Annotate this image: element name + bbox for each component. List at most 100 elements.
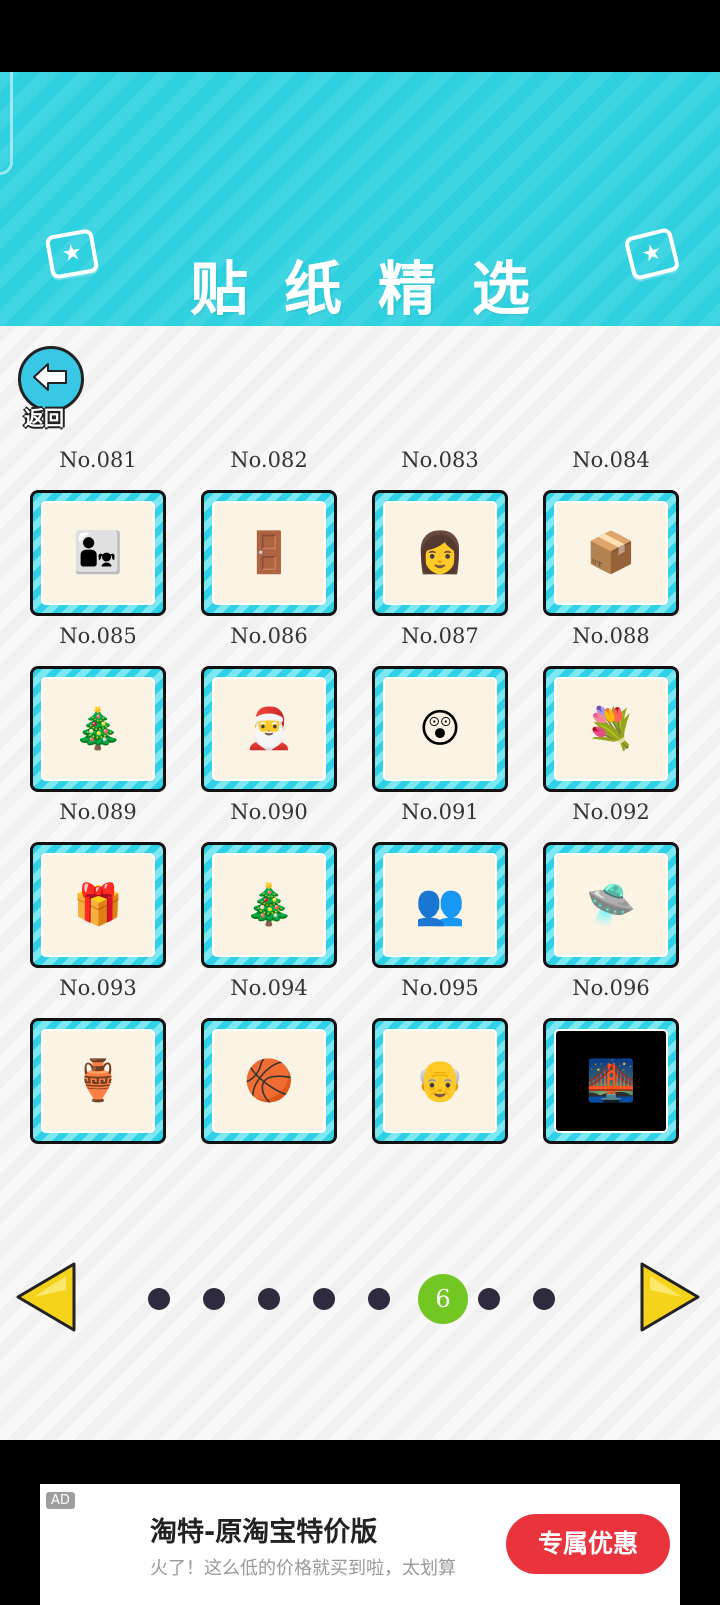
sticker-image: 👴 [385, 1031, 495, 1131]
status-bar [0, 0, 720, 72]
boy-at-door-icon: 🚪 [244, 530, 294, 576]
page-dot[interactable] [258, 1288, 280, 1310]
arrow-left-icon [16, 1262, 76, 1332]
ad-banner[interactable]: AD 淘特-原淘宝特价版 火了！这么低的价格就买到啦，太划算 专属优惠 [40, 1484, 680, 1605]
sticker-frame: 👥 [372, 842, 508, 968]
sticker-card[interactable]: No.085 🎄 [28, 624, 168, 796]
sticker-card[interactable]: No.083 👩 [370, 448, 510, 620]
page-dot-active[interactable]: 6 [418, 1274, 468, 1324]
sticker-card[interactable]: No.094 🏀 [199, 976, 339, 1148]
boy-surprised-icon: 😲 [419, 706, 461, 752]
sticker-frame: 🌉 [543, 1018, 679, 1144]
ad-description: 火了！这么低的价格就买到啦，太划算 [150, 1558, 456, 1579]
page-dot[interactable] [533, 1288, 555, 1310]
pagination: 6 [0, 1256, 720, 1336]
prev-page-button[interactable] [14, 1260, 78, 1334]
sticker-frame: 💐 [543, 666, 679, 792]
sticker-frame: 🎁 [30, 842, 166, 968]
woman-in-doorway-icon: 👩 [415, 530, 465, 576]
santa-thought-icon: 🎅 [244, 706, 294, 752]
sticker-image: 🎅 [214, 679, 324, 779]
sticker-frame: 🏀 [201, 1018, 337, 1144]
sticker-card[interactable]: No.086 🎅 [199, 624, 339, 796]
sticker-card[interactable]: No.092 🛸 [541, 800, 681, 972]
sticker-frame: 👴 [372, 1018, 508, 1144]
sticker-gallery: 返回 No.081 👨‍👧 No.082 🚪 No.083 👩 No.084 📦 No.085 🎄… [0, 326, 720, 1440]
sticker-card[interactable]: No.087 😲 [370, 624, 510, 796]
page-dot[interactable] [368, 1288, 390, 1310]
sticker-image: 🏀 [214, 1031, 324, 1131]
sticker-number: No.094 [230, 976, 308, 1000]
sticker-card[interactable]: No.081 👨‍👧 [28, 448, 168, 620]
gift-thought-icon: 🎁 [73, 882, 123, 928]
dark-bridge-icon: 🌉 [586, 1058, 636, 1104]
sticker-card[interactable]: No.093 🏺 [28, 976, 168, 1148]
page-dot[interactable] [313, 1288, 335, 1310]
sticker-number: No.085 [59, 624, 137, 648]
sticker-number: No.087 [401, 624, 479, 648]
sticker-frame: 🎅 [201, 666, 337, 792]
sticker-image: 👥 [385, 855, 495, 955]
back-arrow-icon [33, 363, 67, 391]
sticker-image: 🎄 [214, 855, 324, 955]
arrow-right-icon [640, 1262, 700, 1332]
sticker-frame: 🚪 [201, 490, 337, 616]
sticker-image: 🛸 [556, 855, 666, 955]
header-edge-decoration [0, 72, 13, 175]
back-button[interactable]: 返回 [18, 346, 90, 431]
sticker-number: No.091 [401, 800, 479, 824]
sticker-frame: 🛸 [543, 842, 679, 968]
ufo-window-icon: 🛸 [586, 882, 636, 928]
sticker-card[interactable]: No.089 🎁 [28, 800, 168, 972]
next-page-button[interactable] [638, 1260, 702, 1334]
sticker-number: No.084 [572, 448, 650, 472]
sticker-image: 🌉 [556, 1031, 666, 1131]
back-label: 返回 [24, 406, 65, 431]
christmas-party-icon: 🎄 [244, 882, 294, 928]
sticker-image: 🎁 [43, 855, 153, 955]
sticker-card[interactable]: No.082 🚪 [199, 448, 339, 620]
ad-badge: AD [46, 1492, 75, 1509]
ad-cta-button[interactable]: 专属优惠 [506, 1514, 670, 1574]
sticker-frame: 🏺 [30, 1018, 166, 1144]
sticker-number: No.081 [59, 448, 137, 472]
sticker-image: 📦 [556, 503, 666, 603]
sticker-number: No.088 [572, 624, 650, 648]
sticker-frame: 👩 [372, 490, 508, 616]
ad-title: 淘特-原淘宝特价版 [150, 1517, 378, 1548]
header: ★ ★ 贴纸精选 [0, 72, 720, 326]
sticker-image: 😲 [385, 679, 495, 779]
sticker-number: No.083 [401, 448, 479, 472]
sticker-frame: 👨‍👧 [30, 490, 166, 616]
sticker-number: No.096 [572, 976, 650, 1000]
sticker-card[interactable]: No.095 👴 [370, 976, 510, 1148]
page-dot[interactable] [203, 1288, 225, 1310]
classroom-friends-icon: 👥 [415, 882, 465, 928]
family-park-icon: 👨‍👧 [73, 530, 123, 576]
sticker-frame: 😲 [372, 666, 508, 792]
sticker-image: 🎄 [43, 679, 153, 779]
delivery-icon: 📦 [586, 530, 636, 576]
sticker-image: 🚪 [214, 503, 324, 603]
sticker-card[interactable]: No.090 🎄 [199, 800, 339, 972]
sticker-card[interactable]: No.091 👥 [370, 800, 510, 972]
sticker-frame: 📦 [543, 490, 679, 616]
principal-podium-icon: 👴 [415, 1058, 465, 1104]
sticker-card[interactable]: No.088 💐 [541, 624, 681, 796]
page-dot[interactable] [478, 1288, 500, 1310]
page-dot[interactable] [148, 1288, 170, 1310]
sticker-number: No.089 [59, 800, 137, 824]
christmas-wreath-icon: 🎄 [73, 706, 123, 752]
sticker-number: No.082 [230, 448, 308, 472]
sticker-card[interactable]: No.084 📦 [541, 448, 681, 620]
sticker-frame: 🎄 [30, 666, 166, 792]
basketball-crowd-icon: 🏀 [244, 1058, 294, 1104]
sticker-image: 🏺 [43, 1031, 153, 1131]
sticker-frame: 🎄 [201, 842, 337, 968]
sticker-number: No.090 [230, 800, 308, 824]
sticker-image: 💐 [556, 679, 666, 779]
sticker-card[interactable]: No.096 🌉 [541, 976, 681, 1148]
page-title: 贴纸精选 [189, 255, 566, 323]
boy-with-flowers-icon: 💐 [586, 706, 636, 752]
sticker-number: No.092 [572, 800, 650, 824]
